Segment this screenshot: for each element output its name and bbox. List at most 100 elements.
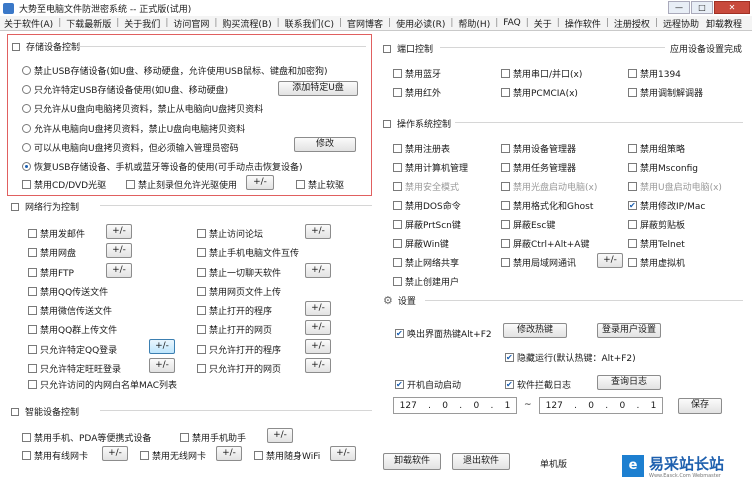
os-item-12[interactable]: 禁用修改IP/Mac bbox=[628, 199, 705, 212]
net-left-8-toggle[interactable]: +/- bbox=[149, 358, 175, 373]
os-item-18[interactable]: 禁用Telnet bbox=[628, 237, 685, 250]
smart-item-5[interactable]: 禁用随身WiFi bbox=[254, 449, 320, 462]
storage-option-5[interactable]: 可以从电脑向U盘拷贝资料，但必须输入管理员密码 bbox=[22, 141, 239, 154]
net-right-1[interactable]: 禁止访问论坛 bbox=[197, 227, 263, 240]
os-item-6[interactable]: 禁用Msconfig bbox=[628, 161, 698, 174]
smart-item-2-toggle[interactable]: +/- bbox=[267, 428, 293, 443]
apply-settings-link[interactable]: 应用设备设置完成 bbox=[670, 42, 742, 55]
smart-item-4-toggle[interactable]: +/- bbox=[216, 446, 242, 461]
os-item-4[interactable]: 禁用计算机管理 bbox=[393, 161, 468, 174]
net-right-3[interactable]: 禁止一切聊天软件 bbox=[197, 266, 281, 279]
net-right-7-toggle[interactable]: +/- bbox=[305, 339, 331, 354]
save-button[interactable]: 保存 bbox=[678, 398, 722, 414]
ip-start-input[interactable]: 127. 0. 0. 1 bbox=[393, 397, 517, 414]
os-item-19[interactable]: 禁止网络共享 bbox=[393, 256, 459, 269]
os-item-21[interactable]: 禁用虚拟机 bbox=[628, 256, 685, 269]
menu-must-read[interactable]: 使用必读(R) bbox=[392, 17, 449, 30]
port-item-2[interactable]: 禁用串口/并口(x) bbox=[501, 67, 582, 80]
os-item-14[interactable]: 屏蔽Esc键 bbox=[501, 218, 555, 231]
disable-floppy-check[interactable]: 禁止软驱 bbox=[296, 178, 344, 191]
port-item-3[interactable]: 禁用1394 bbox=[628, 67, 681, 80]
menu-blog[interactable]: 官网博客 bbox=[343, 17, 387, 30]
os-item-5[interactable]: 禁用任务管理器 bbox=[501, 161, 576, 174]
storage-option-4[interactable]: 允许从电脑向U盘拷贝资料，禁止U盘向电脑拷贝资料 bbox=[22, 122, 245, 135]
net-right-1-toggle[interactable]: +/- bbox=[305, 224, 331, 239]
os-item-10[interactable]: 禁用DOS命令 bbox=[393, 199, 461, 212]
net-right-6-toggle[interactable]: +/- bbox=[305, 320, 331, 335]
port-item-1[interactable]: 禁用蓝牙 bbox=[393, 67, 441, 80]
os-item-11[interactable]: 禁用格式化和Ghost bbox=[501, 199, 593, 212]
ip-end-input[interactable]: 127. 0. 0. 1 bbox=[539, 397, 663, 414]
net-right-6[interactable]: 禁止打开的网页 bbox=[197, 323, 272, 336]
disable-burning-check[interactable]: 禁止刻录但允许光驱使用 bbox=[126, 178, 237, 191]
close-button[interactable]: ✕ bbox=[714, 1, 750, 14]
net-left-3[interactable]: 禁用FTP bbox=[28, 266, 74, 279]
maximize-button[interactable]: □ bbox=[691, 1, 713, 14]
net-left-2[interactable]: 禁用网盘 bbox=[28, 246, 76, 259]
smart-item-5-toggle[interactable]: +/- bbox=[330, 446, 356, 461]
add-usb-button[interactable]: 添加特定U盘 bbox=[278, 81, 358, 96]
net-right-7[interactable]: 只允许打开的程序 bbox=[197, 343, 281, 356]
menu-about[interactable]: 关于 bbox=[530, 17, 556, 30]
port-item-5[interactable]: 禁用PCMCIA(x) bbox=[501, 86, 578, 99]
net-left-6[interactable]: 禁用QQ群上传文件 bbox=[28, 323, 117, 336]
menu-contact[interactable]: 联系我们(C) bbox=[281, 17, 338, 30]
menu-faq[interactable]: FAQ bbox=[499, 18, 524, 28]
hotkey-check[interactable]: 唤出界面热键Alt+F2 bbox=[395, 327, 492, 340]
storage-option-6[interactable]: 恢复USB存储设备、手机或蓝牙等设备的使用(可手动点击恢复设备) bbox=[22, 160, 303, 173]
os-item-2[interactable]: 禁用设备管理器 bbox=[501, 142, 576, 155]
net-left-5[interactable]: 禁用微信传送文件 bbox=[28, 304, 112, 317]
net-left-2-toggle[interactable]: +/- bbox=[106, 243, 132, 258]
smart-item-3-toggle[interactable]: +/- bbox=[102, 446, 128, 461]
menu-website[interactable]: 访问官网 bbox=[169, 17, 213, 30]
os-item-8[interactable]: 禁用光盘启动电脑(x) bbox=[501, 180, 597, 193]
os-item-20[interactable]: 禁用局域网通讯 bbox=[501, 256, 576, 269]
os-item-3[interactable]: 禁用组策略 bbox=[628, 142, 685, 155]
storage-option-1[interactable]: 禁止USB存储设备(如U盘、移动硬盘，允许使用USB鼠标、键盘和加密狗) bbox=[22, 64, 328, 77]
net-right-8[interactable]: 只允许打开的网页 bbox=[197, 362, 281, 375]
smart-item-4[interactable]: 禁用无线网卡 bbox=[140, 449, 206, 462]
menu-operate[interactable]: 操作软件 bbox=[561, 17, 605, 30]
menu-about-us[interactable]: 关于我们 bbox=[120, 17, 164, 30]
os-item-22[interactable]: 禁止创建用户 bbox=[393, 275, 459, 288]
storage-option-2[interactable]: 只允许特定USB存储设备使用(如U盘、移动硬盘) bbox=[22, 83, 228, 96]
net-left-1[interactable]: 禁用发邮件 bbox=[28, 227, 85, 240]
menu-about-software[interactable]: 关于软件(A) bbox=[0, 17, 57, 30]
uninstall-button[interactable]: 卸载软件 bbox=[383, 453, 441, 470]
menu-help[interactable]: 帮助(H) bbox=[454, 17, 494, 30]
net-left-7-toggle[interactable]: +/- bbox=[149, 339, 175, 354]
menu-download[interactable]: 下载最新版 bbox=[62, 17, 115, 30]
port-item-4[interactable]: 禁用红外 bbox=[393, 86, 441, 99]
menu-uninstall-guide[interactable]: 卸载教程 bbox=[702, 17, 746, 30]
os-item-1[interactable]: 禁用注册表 bbox=[393, 142, 450, 155]
net-left-1-toggle[interactable]: +/- bbox=[106, 224, 132, 239]
menu-purchase[interactable]: 购买流程(B) bbox=[218, 17, 275, 30]
menu-remote-help[interactable]: 远程协助 bbox=[659, 17, 703, 30]
storage-option-3[interactable]: 只允许从U盘向电脑拷贝资料，禁止从电脑向U盘拷贝资料 bbox=[22, 102, 263, 115]
os-item-16[interactable]: 屏蔽Win键 bbox=[393, 237, 449, 250]
smart-item-1[interactable]: 禁用手机、PDA等便携式设备 bbox=[22, 431, 151, 444]
exit-button[interactable]: 退出软件 bbox=[452, 453, 510, 470]
net-right-5-toggle[interactable]: +/- bbox=[305, 301, 331, 316]
os-item-9[interactable]: 禁用U盘启动电脑(x) bbox=[628, 180, 722, 193]
net-left-4[interactable]: 禁用QQ传送文件 bbox=[28, 285, 108, 298]
os-item-7[interactable]: 禁用安全模式 bbox=[393, 180, 459, 193]
os-item-13[interactable]: 屏蔽PrtScn键 bbox=[393, 218, 461, 231]
autostart-check[interactable]: 开机自动启动 bbox=[395, 378, 461, 391]
net-right-4[interactable]: 禁用网页文件上传 bbox=[197, 285, 281, 298]
os-item-15[interactable]: 屏蔽剪贴板 bbox=[628, 218, 685, 231]
modify-password-button[interactable]: 修改 bbox=[294, 137, 356, 152]
net-right-3-toggle[interactable]: +/- bbox=[305, 263, 331, 278]
modify-hotkey-button[interactable]: 修改热键 bbox=[503, 323, 567, 338]
lan-comm-toggle[interactable]: +/- bbox=[597, 253, 623, 268]
net-right-8-toggle[interactable]: +/- bbox=[305, 358, 331, 373]
menu-register[interactable]: 注册授权 bbox=[610, 17, 654, 30]
view-log-button[interactable]: 查询日志 bbox=[597, 375, 661, 390]
net-left-9[interactable]: 只允许访问的内网白名单MAC列表 bbox=[28, 378, 177, 391]
smart-item-2[interactable]: 禁用手机助手 bbox=[180, 431, 246, 444]
disable-cd-dvd-check[interactable]: 禁用CD/DVD光驱 bbox=[22, 178, 106, 191]
minimize-button[interactable]: — bbox=[668, 1, 690, 14]
net-left-8[interactable]: 只允许特定旺旺登录 bbox=[28, 362, 121, 375]
login-user-settings-button[interactable]: 登录用户设置 bbox=[597, 323, 661, 338]
net-right-5[interactable]: 禁止打开的程序 bbox=[197, 304, 272, 317]
